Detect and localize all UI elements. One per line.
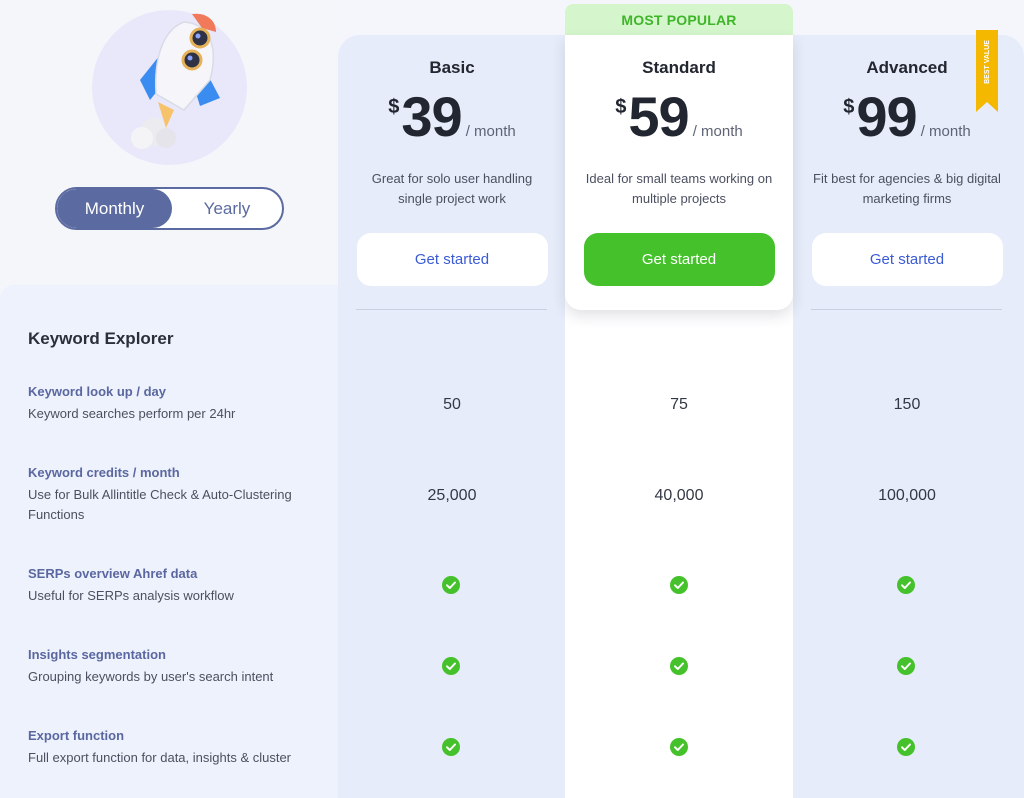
feature-row: Keyword look up / day Keyword searches p… [28, 384, 328, 424]
feature-value: 25,000 [427, 487, 477, 504]
plan-description-line: marketing firms [862, 191, 952, 206]
plan-basic: Basic $ 39 / month Great for solo user h… [338, 35, 566, 286]
feature-title: Keyword credits / month [28, 465, 180, 480]
plan-description-line: single project work [398, 191, 506, 206]
rocket-illustration [92, 10, 247, 165]
yearly-option[interactable]: Yearly [172, 189, 282, 228]
feature-title: Insights segmentation [28, 647, 166, 662]
feature-value: 50 [443, 396, 461, 413]
check-icon [897, 657, 915, 675]
currency: $ [388, 96, 400, 118]
get-started-standard-button[interactable]: Get started [583, 233, 775, 286]
feature-value: 75 [670, 396, 688, 413]
check-icon [897, 576, 915, 594]
divider [811, 309, 1002, 310]
plan-description-line: Great for solo user handling [371, 171, 533, 186]
check-icon [442, 738, 460, 756]
feature-description: Use for Bulk Allintitle Check & Auto-Clu… [28, 487, 292, 522]
check-icon [897, 738, 915, 756]
plan-description: Great for solo user handling single proj… [357, 169, 547, 209]
price: $ 99 / month [793, 85, 1021, 148]
billing-toggle[interactable]: Monthly Yearly [55, 187, 284, 230]
feature-title: SERPs overview Ahref data [28, 566, 198, 581]
price-amount: 99 [856, 85, 917, 148]
price: $ 39 / month [338, 85, 566, 148]
feature-description: Keyword searches perform per 24hr [28, 406, 236, 421]
plan-name: Advanced [866, 58, 948, 77]
currency: $ [615, 96, 627, 118]
check-icon [670, 576, 688, 594]
feature-description: Useful for SERPs analysis workflow [28, 588, 234, 603]
feature-description: Full export function for data, insights … [28, 750, 292, 765]
feature-row: Export function Full export function for… [28, 728, 328, 768]
price-period: / month [920, 123, 971, 140]
currency: $ [843, 96, 855, 118]
feature-panel [0, 285, 338, 798]
feature-title: Keyword look up / day [28, 384, 166, 399]
plan-name: Standard [642, 58, 716, 77]
plan-advanced: Advanced $ 99 / month Fit best for agenc… [793, 35, 1021, 286]
plan-description: Ideal for small teams working on multipl… [584, 169, 774, 209]
check-icon [442, 657, 460, 675]
plan-description-line: Ideal for small teams working on [585, 171, 773, 186]
plan-name: Basic [429, 58, 475, 77]
price: $ 59 / month [565, 85, 793, 148]
check-icon [670, 738, 688, 756]
check-icon [670, 657, 688, 675]
price-period: / month [465, 123, 516, 140]
get-started-advanced-button[interactable]: Get started [811, 233, 1003, 286]
feature-value: 40,000 [654, 487, 704, 504]
feature-row: Insights segmentation Grouping keywords … [28, 647, 328, 687]
feature-title: Export function [28, 728, 125, 743]
feature-row: SERPs overview Ahref data Useful for SER… [28, 566, 328, 606]
plan-description-line: multiple projects [632, 191, 726, 206]
feature-value: 150 [893, 396, 921, 413]
plan-description: Fit best for agencies & big digital mark… [812, 169, 1002, 209]
get-started-basic-button[interactable]: Get started [356, 233, 548, 286]
pricing-page: Monthly Yearly MOST POPULAR BEST VALUE B… [0, 0, 1024, 798]
price-amount: 39 [401, 85, 462, 148]
plan-description-line: Fit best for agencies & big digital [813, 171, 1001, 186]
divider [356, 309, 547, 310]
check-icon [442, 576, 460, 594]
price-amount: 59 [628, 85, 689, 148]
feature-row: Keyword credits / month Use for Bulk All… [28, 465, 318, 525]
monthly-option[interactable]: Monthly [57, 189, 172, 228]
feature-description: Grouping keywords by user's search inten… [28, 669, 274, 684]
most-popular-badge: MOST POPULAR [565, 4, 793, 36]
section-title: Keyword Explorer [28, 329, 174, 348]
feature-value: 100,000 [878, 487, 936, 504]
price-period: / month [692, 123, 743, 140]
plan-standard: Standard $ 59 / month Ideal for small te… [565, 35, 793, 286]
